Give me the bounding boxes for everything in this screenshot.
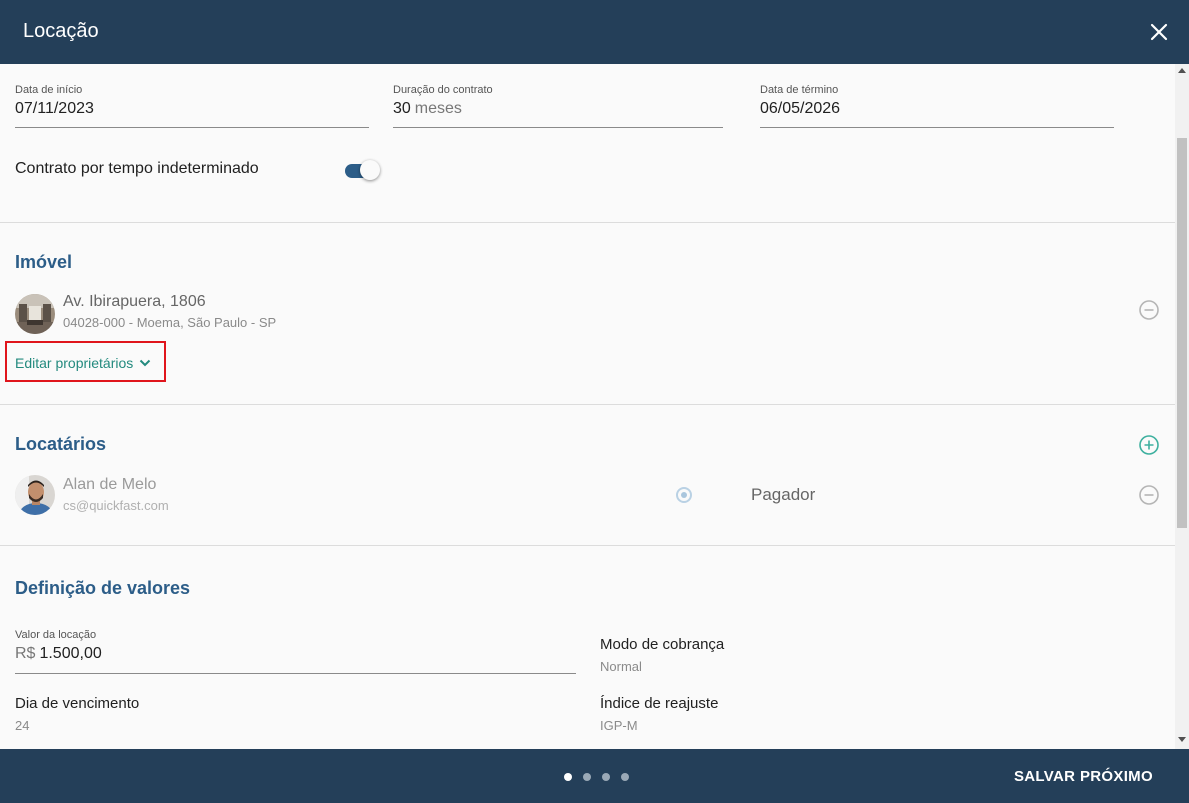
dialog-content: Data de início 07/11/2023 Duração do con…	[0, 64, 1175, 749]
toggle-knob	[360, 160, 380, 180]
payer-label: Pagador	[751, 485, 816, 504]
adjustment-index-label: Índice de reajuste	[600, 695, 719, 712]
minus-circle-icon[interactable]	[1138, 484, 1160, 506]
scrollbar-thumb[interactable]	[1177, 138, 1187, 528]
content-scrollbar[interactable]	[1175, 64, 1189, 749]
property-details: 04028-000 - Moema, São Paulo - SP	[63, 315, 277, 330]
billing-mode-label: Modo de cobrança	[600, 636, 725, 653]
adjustment-index: Índice de reajuste IGP-M	[600, 695, 718, 733]
start-date-underline	[15, 127, 369, 128]
indefinite-contract-label: Contrato por tempo indeterminado	[15, 160, 259, 177]
chevron-down-icon	[138, 356, 152, 370]
billing-mode-value: Normal	[600, 659, 642, 674]
close-icon[interactable]	[1145, 18, 1173, 46]
duration-label: Duração do contrato	[393, 84, 493, 96]
step-dot[interactable]	[583, 773, 591, 781]
edit-owners-button[interactable]: Editar proprietários	[5, 341, 166, 382]
minus-circle-icon[interactable]	[1138, 299, 1160, 321]
save-button[interactable]: SALVAR	[1014, 768, 1075, 785]
rent-value-label: Valor da locação	[15, 629, 97, 641]
payer-radio[interactable]	[676, 487, 692, 503]
due-day: Dia de vencimento 24	[15, 695, 139, 733]
tenant-email: cs@quickfast.com	[63, 498, 169, 513]
dialog-title: Locação	[23, 20, 99, 42]
property-address[interactable]: Av. Ibirapuera, 1806	[63, 293, 206, 311]
divider	[0, 222, 1175, 223]
scroll-down-icon[interactable]	[1178, 737, 1186, 742]
end-date-value: 06/05/2026	[760, 100, 841, 117]
dialog-footer: SALVAR PRÓXIMO	[0, 749, 1189, 803]
divider	[0, 404, 1175, 405]
end-date-field[interactable]: Data de término 06/05/2026	[760, 84, 1114, 129]
duration-value: 30	[393, 100, 411, 117]
indefinite-contract-toggle[interactable]	[345, 160, 381, 180]
rent-value: 1.500,00	[39, 645, 102, 662]
rent-currency: R$	[15, 645, 36, 662]
start-date-field[interactable]: Data de início 07/11/2023	[15, 84, 369, 129]
scroll-up-icon[interactable]	[1178, 68, 1186, 73]
tenant-name[interactable]: Alan de Melo	[63, 476, 156, 494]
duration-field[interactable]: Duração do contrato 30 meses	[393, 84, 723, 129]
step-dot[interactable]	[621, 773, 629, 781]
adjustment-index-value: IGP-M	[600, 718, 638, 733]
duration-value-wrap: 30 meses	[393, 100, 462, 118]
duration-underline	[393, 127, 723, 128]
rent-value-underline	[15, 673, 576, 674]
dialog-header: Locação	[0, 0, 1189, 64]
step-dot[interactable]	[564, 773, 572, 781]
billing-mode: Modo de cobrança Normal	[600, 636, 724, 674]
divider	[0, 545, 1175, 546]
property-avatar	[15, 294, 55, 334]
start-date-label: Data de início	[15, 84, 83, 96]
step-dot[interactable]	[602, 773, 610, 781]
due-day-label: Dia de vencimento	[15, 695, 140, 712]
rent-value-field[interactable]: Valor da locação R$ 1.500,00	[15, 629, 576, 674]
end-date-underline	[760, 127, 1114, 128]
end-date-label: Data de término	[760, 84, 839, 96]
next-button[interactable]: PRÓXIMO	[1080, 768, 1153, 785]
due-day-value: 24	[15, 718, 30, 733]
edit-owners-label: Editar proprietários	[15, 355, 134, 371]
duration-suffix: meses	[414, 100, 462, 117]
property-section-title: Imóvel	[15, 252, 73, 272]
start-date-value: 07/11/2023	[15, 100, 94, 117]
values-section-title: Definição de valores	[15, 578, 191, 598]
rent-value-wrap: R$ 1.500,00	[15, 645, 102, 663]
tenants-section-title: Locatários	[15, 434, 107, 454]
tenant-avatar	[15, 475, 55, 515]
plus-circle-icon[interactable]	[1138, 434, 1160, 456]
payer-radio-dot	[681, 492, 687, 498]
